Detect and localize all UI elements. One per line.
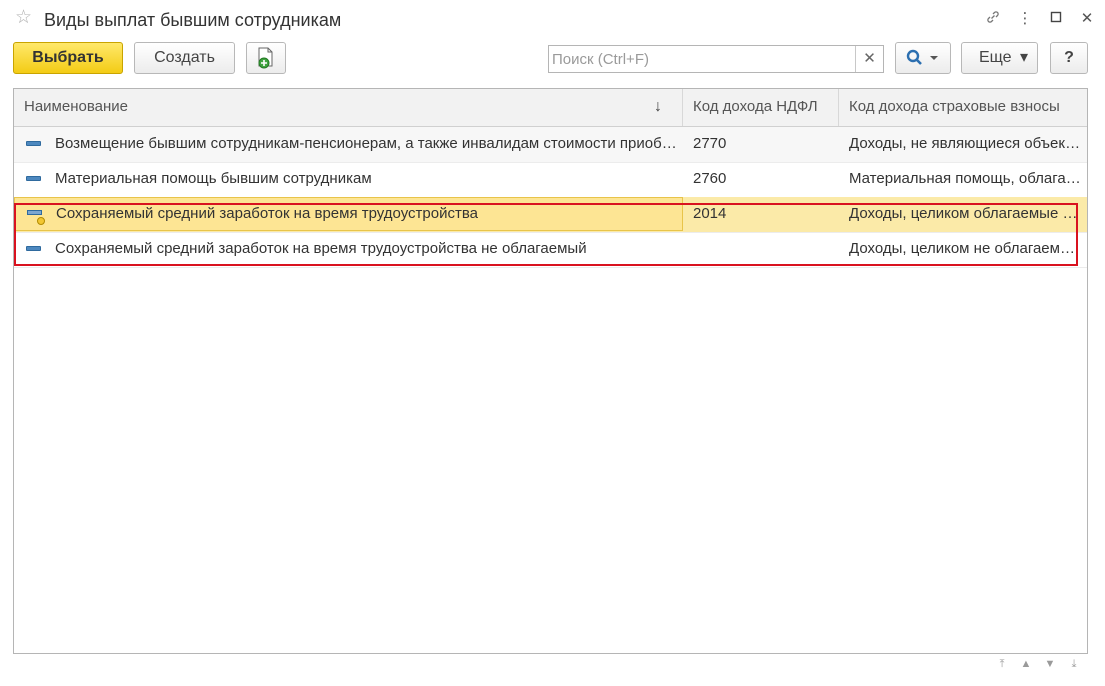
toolbar: Выбрать Создать ✕ Еще ▾ ? (0, 42, 1105, 78)
star-icon[interactable]: ☆ (15, 8, 32, 28)
search-options-button[interactable] (895, 42, 951, 74)
help-button[interactable]: ? (1050, 42, 1088, 74)
search-field[interactable]: ✕ (548, 45, 884, 73)
select-button[interactable]: Выбрать (13, 42, 123, 74)
column-header-name[interactable]: Наименование (14, 89, 683, 126)
cell-name: Материальная помощь бывшим сотрудникам (55, 170, 372, 187)
search-icon (906, 49, 940, 71)
item-icon (26, 176, 41, 181)
cell-name: Возмещение бывшим сотрудникам-пенсионера… (55, 135, 683, 152)
cell-insurance: Доходы, целиком не облагаемые страховыми… (849, 240, 1082, 257)
create-button[interactable]: Создать (134, 42, 235, 74)
cell-name: Сохраняемый средний заработок на время т… (55, 240, 587, 257)
window-title: Виды выплат бывшим сотрудникам (44, 10, 342, 30)
page-up-icon[interactable]: ▲ (1015, 654, 1037, 674)
column-header-ndfl[interactable]: Код дохода НДФЛ (683, 89, 839, 126)
cell-ndfl: 2014 (693, 205, 727, 222)
selected-marker-icon (37, 217, 45, 225)
table-row[interactable]: Материальная помощь бывшим сотрудникам 2… (14, 162, 1087, 198)
cell-insurance: Доходы, не являющиеся объектом обложения (849, 135, 1082, 152)
cell-insurance: Материальная помощь, облагаемая частично (849, 170, 1082, 187)
column-header-insurance[interactable]: Код дохода страховые взносы (839, 89, 1087, 126)
page-down-icon[interactable]: ▼ (1039, 654, 1061, 674)
table-row-selected[interactable]: Сохраняемый средний заработок на время т… (14, 197, 1087, 233)
close-icon[interactable]: ✕ (1077, 9, 1097, 29)
title-bar: ☆ Виды выплат бывшим сотрудникам ⋮ ✕ (0, 0, 1105, 38)
more-menu-label: Еще (979, 49, 1012, 66)
cell-ndfl (683, 232, 839, 266)
table-header: Наименование ↓ Код дохода НДФЛ Код доход… (14, 89, 1087, 127)
search-input[interactable] (552, 49, 852, 69)
clear-search-icon[interactable]: ✕ (855, 46, 883, 72)
item-icon (26, 141, 41, 146)
table-row[interactable]: Возмещение бывшим сотрудникам-пенсионера… (14, 127, 1087, 163)
cell-name-focused: Сохраняемый средний заработок на время т… (14, 197, 683, 231)
cell-name: Сохраняемый средний заработок на время т… (56, 205, 478, 222)
link-icon[interactable] (983, 9, 1003, 29)
data-table: Наименование ↓ Код дохода НДФЛ Код доход… (13, 88, 1088, 654)
item-icon (27, 210, 42, 215)
create-copy-button[interactable] (246, 42, 286, 74)
sort-descending-icon[interactable]: ↓ (654, 98, 662, 116)
scroll-to-top-icon[interactable]: ⤒ (991, 654, 1013, 674)
scroll-to-bottom-icon[interactable]: ⤓ (1063, 654, 1085, 674)
item-icon (26, 246, 41, 251)
new-document-icon (256, 47, 276, 73)
more-menu-button[interactable]: Еще ▾ (961, 42, 1038, 74)
cell-ndfl: 2760 (693, 170, 727, 187)
cell-ndfl: 2770 (693, 135, 727, 152)
cell-insurance: Доходы, целиком облагаемые страховыми вз… (849, 205, 1082, 222)
table-row[interactable]: Сохраняемый средний заработок на время т… (14, 232, 1087, 268)
maximize-icon[interactable] (1046, 9, 1066, 29)
chevron-down-icon: ▾ (1020, 49, 1029, 66)
more-vertical-icon[interactable]: ⋮ (1015, 9, 1035, 29)
